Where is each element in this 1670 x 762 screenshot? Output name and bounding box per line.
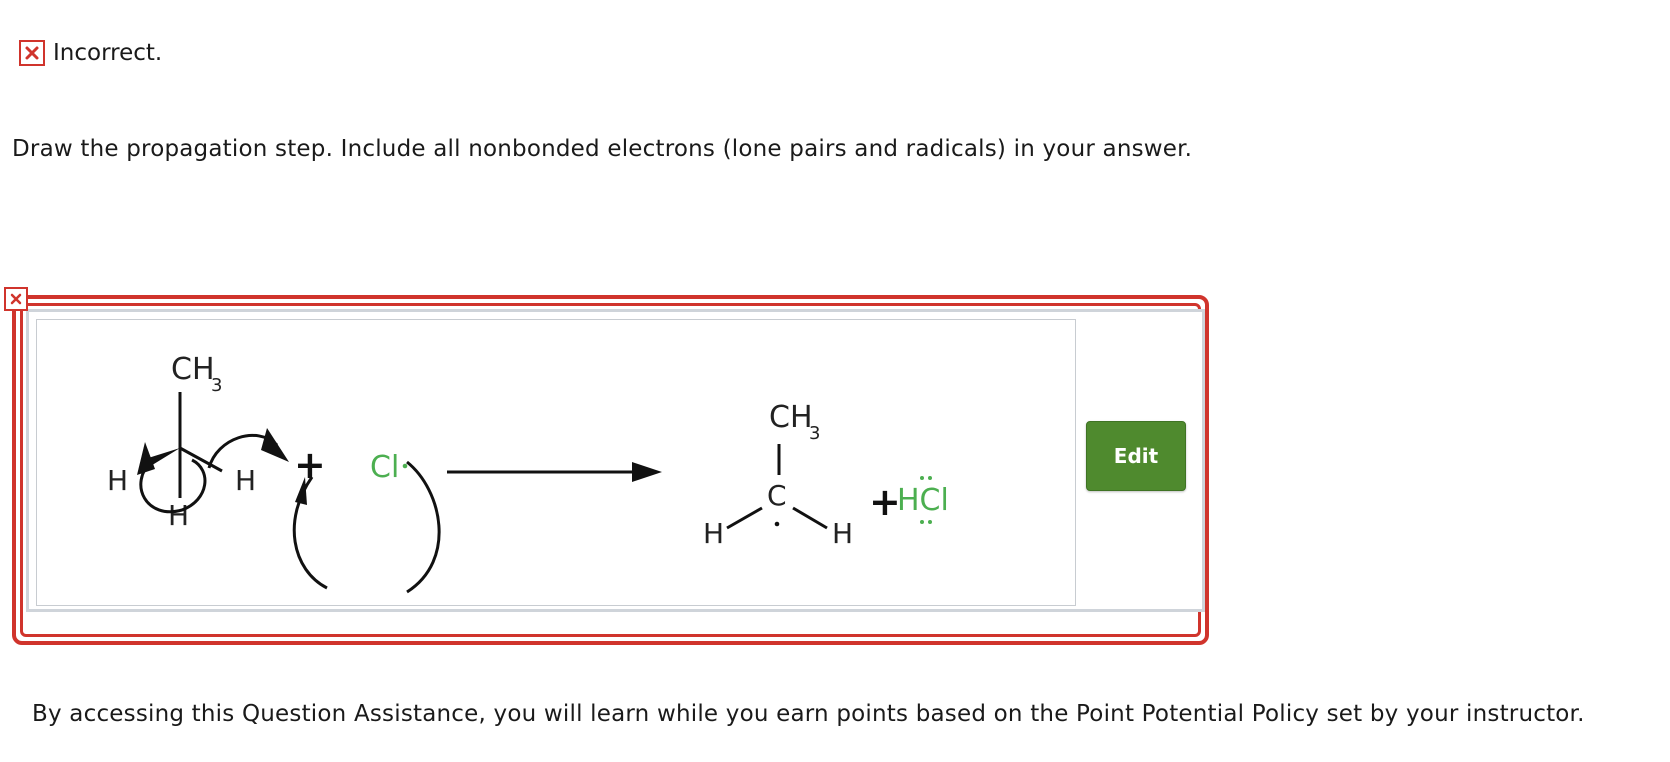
product-ch-subscript: 3 [809,423,820,444]
question-prompt: Draw the propagation step. Include all n… [12,136,1193,162]
reactant-h-right: H [235,464,256,497]
reactant-ch: CH [171,352,215,387]
reactant-h-left: H [107,464,128,497]
answer-incorrect-icon [4,287,28,311]
product-h-right: H [832,517,853,550]
drawing-canvas[interactable]: CH 3 H H H + Cl CH 3 C H H + HCl [36,319,1076,606]
reaction-arrowhead [632,462,662,482]
answer-frame: CH 3 H H H + Cl CH 3 C H H + HCl [12,295,1209,645]
question-assistance-note: By accessing this Question Assistance, y… [32,701,1585,727]
reactant-ch-subscript: 3 [211,375,222,396]
chlorine-label: Cl [370,450,399,485]
chlorine-radical-dot [402,463,408,469]
curved-arrow-chlorine [406,460,441,594]
arrowhead-top [261,428,289,462]
hcl-label: HCl [897,483,949,518]
status-text: Incorrect. [53,40,163,66]
product-c: C [767,479,787,512]
product-h-left: H [703,517,724,550]
answer-inner-frame: CH 3 H H H + Cl CH 3 C H H + HCl [20,303,1205,637]
product-bond-right [792,506,828,530]
reactant-molecule: CH 3 H H H [107,352,256,532]
product-molecule: CH 3 C H H [703,400,853,550]
incorrect-icon [19,40,45,66]
product-bond-left [726,506,763,530]
reactant-h-bottom: H [168,499,189,532]
edit-button[interactable]: Edit [1086,421,1186,491]
result-status: Incorrect. [19,40,162,66]
product-ch: CH [769,400,813,435]
answer-panel: CH 3 H H H + Cl CH 3 C H H + HCl [26,309,1205,612]
product-radical-dot [774,521,780,527]
